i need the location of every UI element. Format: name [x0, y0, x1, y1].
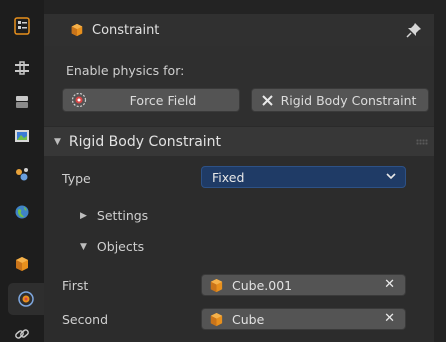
- properties-editor: Constraint Enable physics for: Force Fie…: [0, 0, 446, 342]
- close-icon: [262, 94, 273, 106]
- type-dropdown[interactable]: Fixed: [201, 166, 406, 188]
- first-label: First: [62, 278, 89, 293]
- first-object-field[interactable]: Cube.001 ✕: [201, 274, 406, 296]
- header-title: Constraint: [92, 22, 160, 38]
- second-object-value: Cube: [232, 311, 265, 327]
- constraint-cube-icon: [71, 23, 83, 37]
- force-field-button[interactable]: Force Field: [62, 88, 240, 112]
- chevron-down-icon: [386, 173, 396, 180]
- rigid-body-constraint-label: Rigid Body Constraint: [280, 92, 417, 108]
- rbc-panel-title: Rigid Body Constraint: [68, 133, 222, 150]
- physics-icon: [18, 291, 34, 307]
- physics-panel: Enable physics for: Force Field Rigid Bo…: [44, 46, 434, 342]
- force-field-icon: [71, 92, 87, 108]
- world-tab[interactable]: [6, 196, 38, 228]
- properties-tab-strip: [0, 0, 44, 342]
- second-object-field[interactable]: Cube ✕: [201, 308, 406, 330]
- expand-triangle-icon: ▶: [80, 210, 87, 221]
- force-field-label: Force Field: [129, 92, 197, 108]
- constraints-tab[interactable]: [6, 318, 38, 342]
- image-icon: [15, 130, 29, 142]
- rigid-body-constraint-panel-header[interactable]: ▼ Rigid Body Constraint: [44, 126, 434, 156]
- output-tab[interactable]: [6, 86, 38, 118]
- first-object-value: Cube.001: [232, 277, 293, 293]
- tool-tab[interactable]: [6, 10, 38, 42]
- collapse-triangle-icon: ▼: [54, 136, 61, 147]
- cube-icon: [210, 312, 223, 326]
- enable-physics-label: Enable physics for:: [66, 63, 185, 78]
- cube-icon: [210, 278, 223, 292]
- settings-label: Settings: [96, 208, 149, 223]
- object-tab[interactable]: [6, 248, 38, 280]
- view-layer-tab[interactable]: [6, 120, 38, 152]
- scene-tab[interactable]: [6, 158, 38, 190]
- link-icon: [15, 329, 29, 339]
- clear-second-icon[interactable]: ✕: [384, 311, 395, 326]
- rigid-body-constraint-remove-button[interactable]: Rigid Body Constraint: [251, 88, 429, 112]
- drag-grip-icon[interactable]: [416, 139, 428, 145]
- world-icon: [15, 205, 29, 219]
- clear-first-icon[interactable]: ✕: [384, 277, 395, 292]
- tool-icon: [14, 17, 30, 35]
- type-value: Fixed: [212, 169, 245, 185]
- render-tab[interactable]: [6, 52, 38, 84]
- settings-subpanel-header[interactable]: ▶ Settings: [80, 208, 148, 223]
- properties-header: Constraint: [44, 14, 434, 46]
- type-label: Type: [62, 171, 91, 186]
- second-label: Second: [62, 312, 109, 327]
- physics-tab[interactable]: [8, 283, 44, 315]
- objects-label: Objects: [96, 239, 145, 254]
- pin-icon[interactable]: [406, 22, 422, 38]
- collapse-triangle-icon: ▼: [80, 241, 87, 252]
- render-icon: [15, 61, 29, 75]
- object-icon: [16, 257, 28, 271]
- objects-subpanel-header[interactable]: ▼ Objects: [80, 239, 144, 254]
- scene-icon: [16, 168, 28, 181]
- output-icon: [16, 96, 28, 108]
